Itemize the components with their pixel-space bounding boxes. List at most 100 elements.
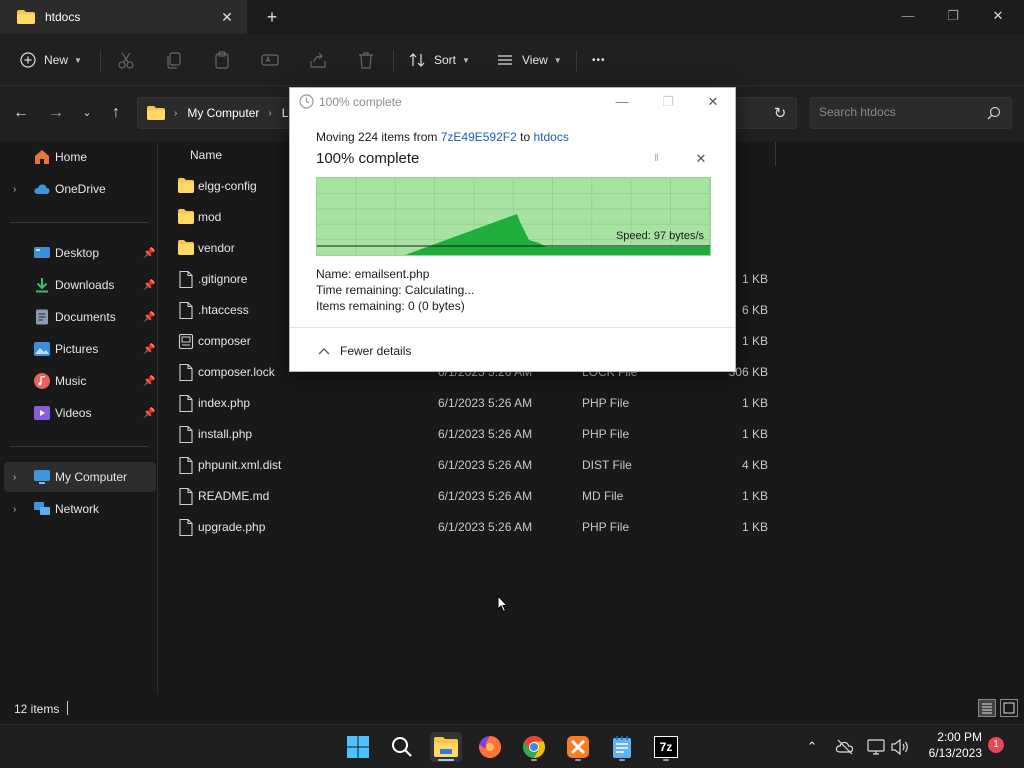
view-label: View [522, 53, 548, 67]
status-separator [67, 701, 68, 715]
tiles-view-button[interactable] [1000, 699, 1018, 717]
sidebar-item-label: Home [55, 150, 88, 164]
pause-button[interactable]: II [648, 150, 664, 168]
cut-icon[interactable] [115, 49, 137, 71]
view-button[interactable]: View ▼ [496, 49, 562, 71]
pin-icon[interactable]: 📌 [143, 312, 155, 323]
command-bar: New ▼ Sort ▼ View ▼ ••• [0, 34, 1024, 86]
taskbar-notepad[interactable] [606, 732, 638, 762]
search-input[interactable] [819, 105, 979, 119]
taskbar-search-button[interactable] [386, 732, 418, 762]
source-link[interactable]: 7zE49E592F2 [441, 130, 517, 144]
pin-icon[interactable]: 📌 [143, 408, 155, 419]
pin-icon[interactable]: 📌 [143, 344, 155, 355]
copy-icon[interactable] [163, 49, 185, 71]
onedrive-offline-icon[interactable] [835, 737, 855, 757]
notification-badge[interactable]: 1 [988, 737, 1004, 753]
file-name: elgg-config [198, 179, 257, 193]
chevron-up-icon [318, 348, 330, 355]
script-file-icon [178, 333, 194, 350]
refresh-button[interactable]: ↻ [769, 103, 791, 125]
file-row[interactable]: index.php 6/1/2023 5:26 AM PHP File 1 KB [168, 388, 778, 419]
folder-icon [17, 10, 35, 24]
taskbar-xampp[interactable] [562, 732, 594, 762]
back-button[interactable]: ← [10, 102, 32, 124]
file-date: 6/1/2023 5:26 AM [438, 458, 533, 472]
destination-link[interactable]: htdocs [533, 130, 568, 144]
new-button[interactable]: New ▼ [20, 49, 82, 71]
paste-icon[interactable] [211, 49, 233, 71]
speed-label: Speed: 97 bytes/s [615, 230, 704, 242]
file-row[interactable]: phpunit.xml.dist 6/1/2023 5:26 AM DIST Fil… [168, 450, 778, 481]
close-button[interactable]: ✕ [986, 6, 1010, 26]
clock-icon [299, 94, 314, 109]
current-file-name: Name: emailsent.php [316, 267, 430, 281]
file-name: .gitignore [198, 272, 248, 286]
recent-locations-button[interactable]: ⌄ [76, 102, 98, 124]
maximize-button[interactable]: ❐ [941, 6, 965, 26]
column-header-name[interactable]: Name [190, 148, 222, 162]
file-name: composer [198, 334, 251, 348]
sort-label: Sort [434, 53, 457, 67]
file-name: README.md [198, 489, 270, 503]
status-bar: 12 items [0, 694, 1024, 724]
sidebar-item-videos[interactable]: Videos 📌 [4, 398, 156, 428]
sidebar-item-documents[interactable]: Documents 📌 [4, 302, 156, 332]
new-tab-button[interactable]: + [262, 7, 282, 27]
forward-button[interactable]: → [45, 102, 67, 124]
pin-icon[interactable]: 📌 [143, 376, 155, 387]
file-size: 4 KB [741, 458, 768, 472]
expand-chevron-icon[interactable]: › [13, 504, 16, 515]
start-button[interactable] [342, 732, 374, 762]
sidebar-item-network[interactable]: › Network [4, 494, 156, 524]
file-size: 1 KB [741, 396, 768, 410]
toolbar-divider [100, 50, 101, 72]
sidebar-item-my-computer[interactable]: › My Computer [4, 462, 156, 492]
show-hidden-icons-button[interactable]: ⌃ [802, 737, 822, 757]
column-divider[interactable] [775, 142, 776, 166]
videos-icon [34, 406, 50, 420]
breadcrumb-my-computer[interactable]: My Computer [187, 106, 259, 120]
expand-chevron-icon[interactable]: › [13, 184, 16, 195]
search-icon [392, 737, 412, 757]
chrome-icon [523, 736, 545, 758]
dialog-title: 100% complete [319, 95, 402, 109]
tab-close-icon[interactable]: ✕ [218, 8, 236, 26]
tab-htdocs[interactable]: htdocs ✕ [0, 0, 247, 34]
sidebar-item-desktop[interactable]: Desktop 📌 [4, 238, 156, 268]
volume-icon[interactable] [890, 737, 910, 757]
clock-date[interactable]: 6/13/2023 [918, 746, 982, 760]
sort-button[interactable]: Sort ▼ [408, 49, 470, 71]
delete-icon[interactable] [355, 49, 377, 71]
up-button[interactable]: ↑ [105, 102, 127, 124]
more-options-button[interactable]: ••• [592, 49, 606, 71]
network-status-icon[interactable] [866, 737, 886, 757]
file-row[interactable]: upgrade.php 6/1/2023 5:26 AM PHP File 1 KB [168, 512, 778, 543]
sidebar-item-home[interactable]: Home [4, 142, 156, 172]
share-icon[interactable] [307, 49, 329, 71]
search-box[interactable] [810, 97, 1012, 129]
taskbar-chrome[interactable] [518, 732, 550, 762]
file-row[interactable]: README.md 6/1/2023 5:26 AM MD File 1 KB [168, 481, 778, 512]
expand-chevron-icon[interactable]: › [13, 472, 16, 483]
sidebar-item-pictures[interactable]: Pictures 📌 [4, 334, 156, 364]
sidebar-item-music[interactable]: Music 📌 [4, 366, 156, 396]
details-view-button[interactable] [978, 699, 996, 717]
sidebar-item-label: Desktop [55, 246, 100, 260]
folder-icon [434, 737, 458, 757]
sidebar-item-downloads[interactable]: Downloads 📌 [4, 270, 156, 300]
rename-icon[interactable] [259, 49, 281, 71]
cancel-button[interactable]: ✕ [692, 150, 710, 168]
file-row[interactable]: install.php 6/1/2023 5:26 AM PHP File 1 KB [168, 419, 778, 450]
taskbar-file-explorer[interactable] [430, 732, 462, 762]
sidebar-item-onedrive[interactable]: › OneDrive [4, 174, 156, 204]
clock-time[interactable]: 2:00 PM [934, 730, 982, 744]
fewer-details-button[interactable]: Fewer details [318, 342, 411, 360]
minimize-button[interactable]: — [896, 6, 920, 26]
pin-icon[interactable]: 📌 [143, 248, 155, 259]
taskbar-7zip[interactable]: 7z [650, 732, 682, 762]
dialog-close-button[interactable]: ✕ [703, 93, 723, 111]
pin-icon[interactable]: 📌 [143, 280, 155, 291]
taskbar-firefox[interactable] [474, 732, 506, 762]
dialog-minimize-button[interactable]: — [612, 93, 632, 111]
